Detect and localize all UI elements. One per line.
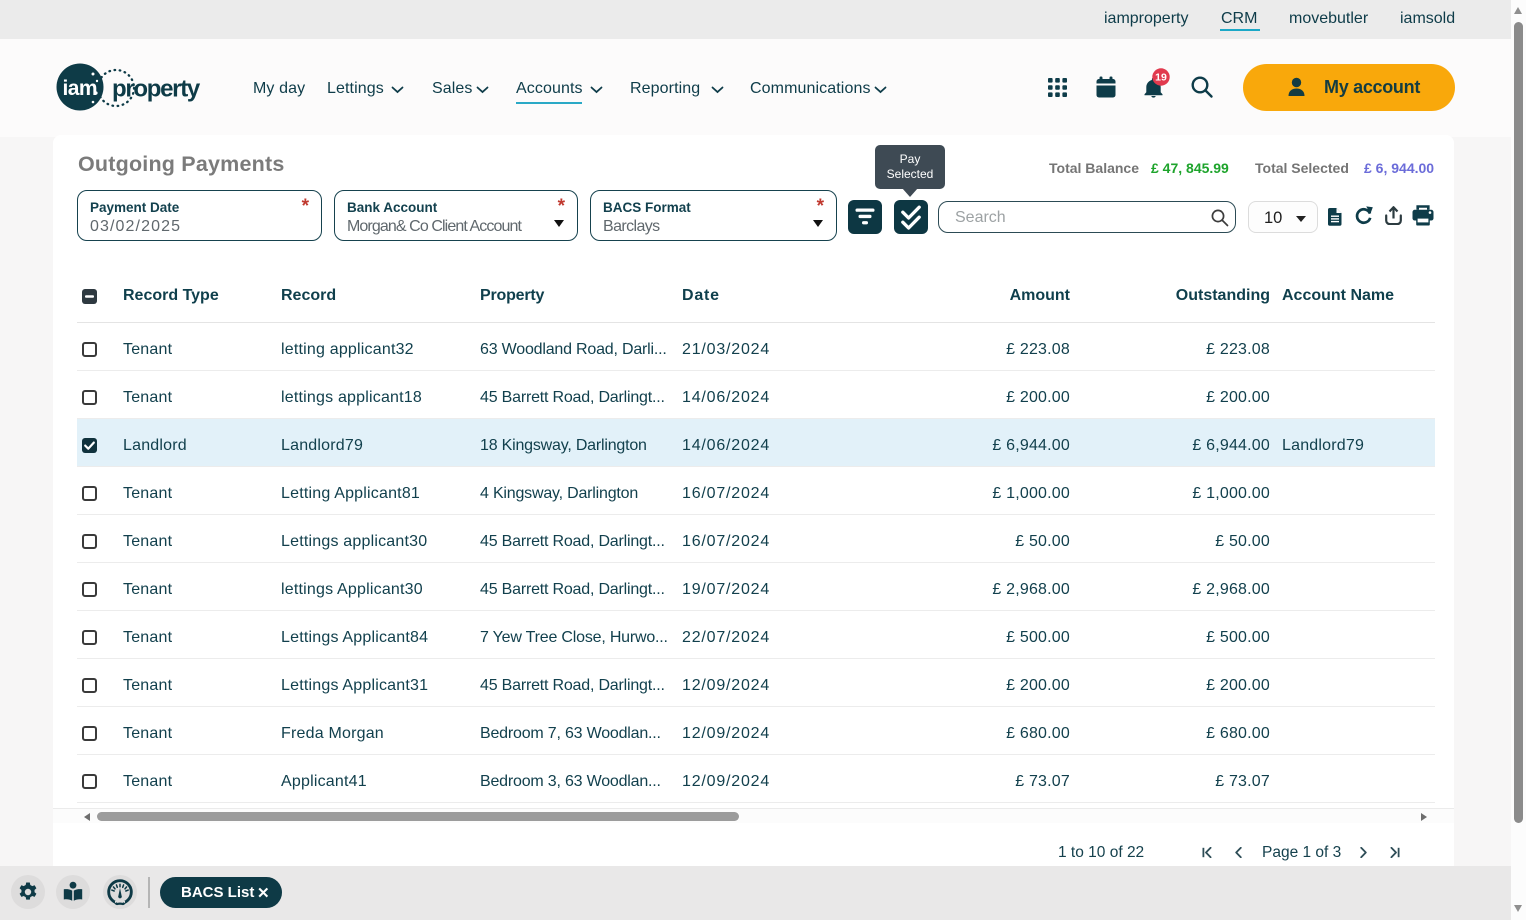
svg-text:property: property [112,76,201,103]
svg-text:19: 19 [1155,72,1167,84]
svg-text:iam: iam [63,77,97,100]
